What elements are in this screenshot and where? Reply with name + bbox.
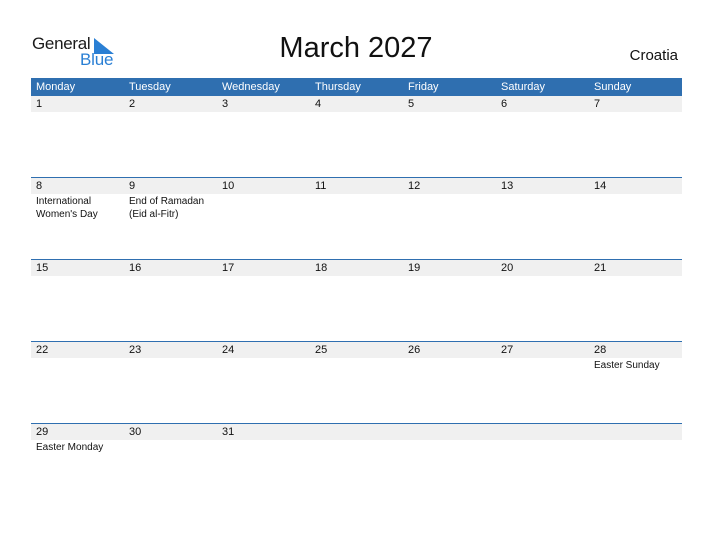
day-cell: 16	[124, 260, 217, 277]
day-cell: 20	[496, 260, 589, 277]
holiday-label: Easter Sunday	[594, 360, 660, 371]
day-cell: 30	[124, 424, 217, 454]
day-number: 9	[129, 180, 136, 192]
day-number: 29	[36, 426, 49, 438]
day-cell: 12	[403, 178, 496, 221]
day-number: 14	[594, 180, 607, 192]
day-number: 20	[501, 262, 514, 274]
week-cells: 15 16 17 18 19 20 21	[31, 260, 682, 277]
day-number: 8	[36, 180, 43, 192]
day-cell: 22	[31, 342, 124, 372]
day-cell: 11	[310, 178, 403, 221]
calendar-grid: Monday Tuesday Wednesday Thursday Friday…	[31, 78, 682, 505]
day-number: 21	[594, 262, 607, 274]
day-cell: 2	[124, 96, 217, 113]
day-cell: 31	[217, 424, 310, 454]
day-number: 11	[315, 180, 327, 192]
day-number: 24	[222, 344, 235, 356]
day-number: 7	[594, 98, 601, 110]
weekday-thursday: Thursday	[315, 81, 361, 93]
day-number: 5	[408, 98, 415, 110]
weekday-sunday: Sunday	[594, 81, 632, 93]
day-number: 18	[315, 262, 328, 274]
day-number: 6	[501, 98, 508, 110]
day-number: 19	[408, 262, 421, 274]
day-cell: 19	[403, 260, 496, 277]
day-cell: 13	[496, 178, 589, 221]
day-number: 10	[222, 180, 235, 192]
day-cell: 6	[496, 96, 589, 113]
week-row: 1 2 3 4 5 6 7	[31, 96, 682, 177]
day-cell: 14	[589, 178, 682, 221]
day-number: 12	[408, 180, 421, 192]
week-row: 8 International Women's Day 9 End of Ramada…	[31, 177, 682, 259]
day-number	[594, 424, 682, 440]
day-number: 17	[222, 262, 235, 274]
day-cell: 1	[31, 96, 124, 113]
day-number: 30	[129, 426, 142, 438]
day-number	[315, 424, 403, 440]
day-cell	[589, 424, 682, 454]
day-number: 26	[408, 344, 421, 356]
day-cell: 7	[589, 96, 682, 113]
week-cells: 1 2 3 4 5 6 7	[31, 96, 682, 113]
week-row: 15 16 17 18 19 20 21	[31, 259, 682, 341]
day-cell: 23	[124, 342, 217, 372]
day-number: 1	[36, 98, 43, 110]
day-number: 22	[36, 344, 49, 356]
day-cell: 26	[403, 342, 496, 372]
day-cell	[403, 424, 496, 454]
day-cell: 8 International Women's Day	[31, 178, 124, 221]
day-cell: 10	[217, 178, 310, 221]
week-cells: 22 23 24 25 26 27 28 Easter Sunday	[31, 342, 682, 372]
page-title: March 2027	[279, 32, 433, 64]
day-cell: 18	[310, 260, 403, 277]
day-number: 15	[36, 262, 49, 274]
day-number: 2	[129, 98, 136, 110]
weeks-container: 1 2 3 4 5 6 7 8 International Women's Day 9 End of…	[31, 96, 682, 505]
weekday-friday: Friday	[408, 81, 439, 93]
day-number	[408, 424, 496, 440]
day-number: 25	[315, 344, 328, 356]
weekday-wednesday: Wednesday	[222, 81, 280, 93]
day-cell	[496, 424, 589, 454]
day-cell: 24	[217, 342, 310, 372]
holiday-label: Easter Monday	[36, 442, 104, 453]
day-cell: 5	[403, 96, 496, 113]
day-number: 23	[129, 344, 142, 356]
week-row: 22 23 24 25 26 27 28 Easter Sunday	[31, 341, 682, 423]
day-cell: 21	[589, 260, 682, 277]
week-row: 29 Easter Monday 30 31	[31, 423, 682, 505]
weekday-tuesday: Tuesday	[129, 81, 171, 93]
day-cell: 28 Easter Sunday	[589, 342, 682, 372]
weekday-monday: Monday	[36, 81, 76, 93]
week-cells: 8 International Women's Day 9 End of Ramada…	[31, 178, 682, 221]
day-number: 16	[129, 262, 142, 274]
country-label: Croatia	[629, 47, 678, 64]
day-number: 4	[315, 98, 322, 110]
day-number: 31	[222, 426, 235, 438]
day-cell: 27	[496, 342, 589, 372]
day-cell: 15	[31, 260, 124, 277]
weekday-header: Monday Tuesday Wednesday Thursday Friday…	[31, 78, 682, 96]
week-cells: 29 Easter Monday 30 31	[31, 424, 682, 454]
day-cell: 9 End of Ramadan (Eid al-Fitr)	[124, 178, 217, 221]
weekday-saturday: Saturday	[501, 81, 546, 93]
day-number: 3	[222, 98, 229, 110]
day-cell: 3	[217, 96, 310, 113]
day-cell	[310, 424, 403, 454]
day-number: 27	[501, 344, 514, 356]
holiday-label: International Women's Day	[36, 196, 98, 220]
day-number: 13	[501, 180, 514, 192]
day-cell: 29 Easter Monday	[31, 424, 124, 454]
day-cell: 17	[217, 260, 310, 277]
day-number	[501, 424, 589, 440]
holiday-label: End of Ramadan (Eid al-Fitr)	[129, 196, 205, 220]
day-number: 28	[594, 344, 607, 356]
day-cell: 25	[310, 342, 403, 372]
day-cell: 4	[310, 96, 403, 113]
